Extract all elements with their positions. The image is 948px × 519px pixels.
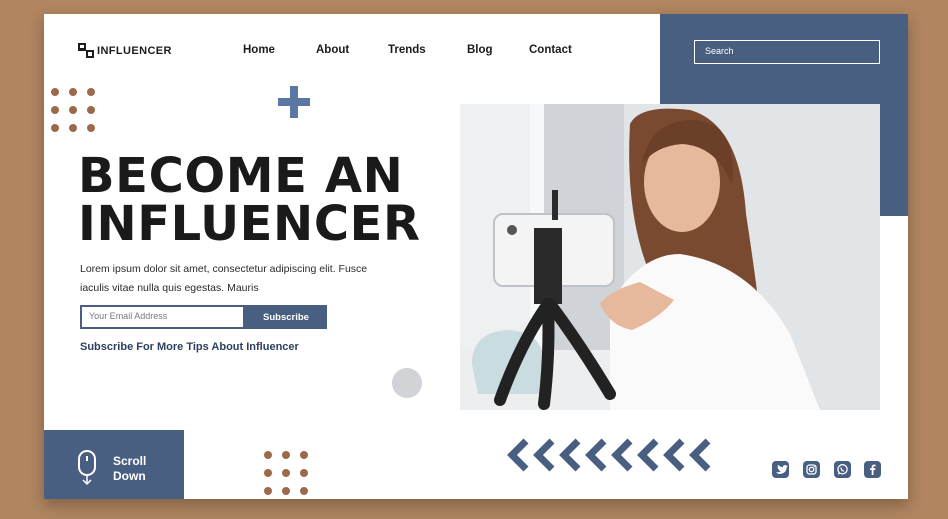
scroll-label-line-1: Scroll <box>113 454 147 468</box>
landing-page: INFLUENCER Home About Trends Blog Contac… <box>44 14 908 499</box>
nav-about[interactable]: About <box>316 44 349 56</box>
subscribe-tagline: Subscribe For More Tips About Influencer <box>80 341 299 353</box>
headline-line-2: INFLUENCER <box>78 196 421 252</box>
search-input[interactable]: Search <box>694 40 880 64</box>
scroll-down-button[interactable]: Scroll Down <box>44 430 184 499</box>
twitter-icon[interactable] <box>772 461 789 478</box>
brand-logo[interactable]: INFLUENCER <box>78 43 172 58</box>
subscribe-button[interactable]: Subscribe <box>245 305 327 329</box>
whatsapp-icon[interactable] <box>834 461 851 478</box>
hero-paragraph: Lorem ipsum dolor sit amet, consectetur … <box>80 263 368 294</box>
headline-line-1: BECOME AN <box>78 148 404 204</box>
hero-photo <box>460 104 880 410</box>
logo-icon <box>78 43 94 58</box>
scroll-label-line-2: Down <box>113 469 146 483</box>
instagram-icon[interactable] <box>803 461 820 478</box>
brand-name: INFLUENCER <box>97 44 172 57</box>
nav-contact[interactable]: Contact <box>529 44 572 56</box>
email-field[interactable]: Your Email Address <box>80 305 245 329</box>
plus-decoration <box>278 86 310 118</box>
chevrons-left-icon <box>506 438 720 477</box>
nav-home[interactable]: Home <box>243 44 275 56</box>
nav-blog[interactable]: Blog <box>467 44 493 56</box>
hero-headline: BECOME AN INFLUENCER <box>78 152 421 248</box>
nav-trends[interactable]: Trends <box>388 44 426 56</box>
decorative-dots-top <box>51 88 95 132</box>
decorative-dots-bottom <box>264 451 308 495</box>
scroll-label: Scroll Down <box>113 454 146 484</box>
facebook-icon[interactable] <box>864 461 881 478</box>
mouse-scroll-icon <box>78 450 96 491</box>
decorative-circle <box>392 368 422 398</box>
